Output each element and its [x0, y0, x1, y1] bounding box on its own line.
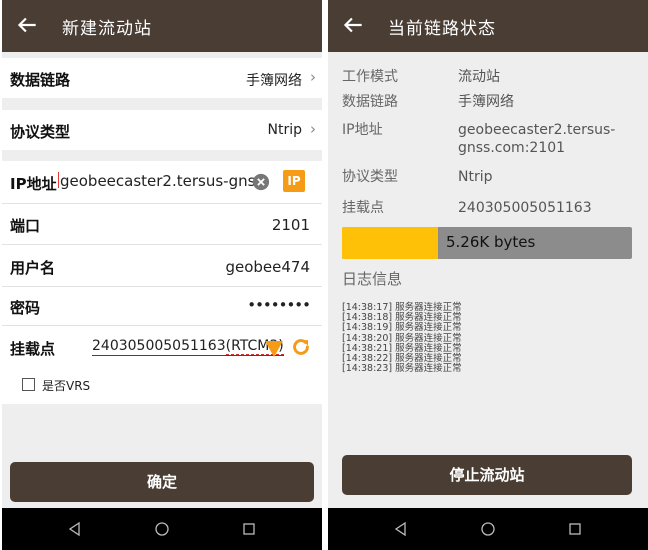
ip-row: IP地址 geobeecaster2.tersus-gnss. IP: [2, 161, 322, 203]
info-label: 工作模式: [342, 69, 398, 85]
back-arrow-icon[interactable]: [340, 12, 366, 38]
page-title: 新建流动站: [62, 19, 152, 39]
refresh-icon[interactable]: [290, 336, 312, 358]
log-title: 日志信息: [342, 270, 403, 288]
ip-label: IP地址: [10, 175, 57, 193]
system-nav-bar: [2, 508, 322, 550]
info-label: 挂载点: [342, 200, 384, 216]
log-line: [14:38:23] 服务器连接正常: [342, 363, 462, 375]
info-label: 协议类型: [342, 169, 398, 185]
back-arrow-icon[interactable]: [14, 12, 40, 38]
nav-home-icon[interactable]: [479, 520, 497, 538]
protocol-row[interactable]: 协议类型 Ntrip ›: [2, 110, 322, 150]
vrs-label: 是否VRS: [42, 379, 91, 393]
info-value: Ntrip: [458, 169, 493, 185]
progress-text: 5.26K bytes: [446, 233, 536, 251]
new-rover-screen: 新建流动站 数据链路 手簿网络 › 协议类型 Ntrip › IP地址 geob…: [2, 0, 322, 550]
nav-back-icon[interactable]: [66, 520, 84, 538]
nav-back-icon[interactable]: [392, 520, 410, 538]
ip-input[interactable]: geobeecaster2.tersus-gnss.: [58, 172, 258, 194]
stop-rover-button[interactable]: 停止流动站: [342, 455, 632, 495]
nav-home-icon[interactable]: [153, 520, 171, 538]
data-link-value: 手簿网络: [246, 73, 302, 89]
text-caret: [58, 172, 59, 188]
mountpoint-id: 240305005051163: [92, 338, 226, 354]
protocol-value: Ntrip: [267, 122, 303, 138]
data-progress-bar: 5.26K bytes: [342, 227, 632, 259]
password-label: 密码: [10, 299, 41, 317]
port-label: 端口: [10, 217, 41, 235]
ip-button[interactable]: IP: [283, 170, 305, 192]
info-value: 240305005051163: [458, 200, 592, 216]
mountpoint-input[interactable]: 240305005051163(RTCM3): [92, 338, 284, 356]
info-value: 流动站: [458, 69, 500, 85]
vrs-row: 是否VRS: [2, 368, 322, 404]
confirm-button[interactable]: 确定: [10, 462, 314, 502]
port-row: 端口 2101: [2, 204, 322, 244]
username-input[interactable]: geobee474: [225, 258, 310, 276]
chevron-right-icon: ›: [310, 120, 316, 138]
dropdown-triangle-icon[interactable]: [264, 340, 284, 358]
chevron-right-icon: ›: [310, 68, 316, 86]
protocol-label: 协议类型: [10, 123, 71, 141]
username-row: 用户名 geobee474: [2, 245, 322, 286]
nav-recents-icon[interactable]: [240, 520, 258, 538]
mountpoint-label: 挂载点: [10, 340, 56, 358]
nav-recents-icon[interactable]: [566, 520, 584, 538]
vrs-checkbox[interactable]: [22, 378, 35, 391]
info-label: IP地址: [342, 122, 383, 138]
clear-icon[interactable]: [252, 173, 270, 191]
app-bar: 当前链路状态: [328, 0, 648, 52]
password-input[interactable]: ••••••••: [247, 296, 311, 314]
log-list: [14:38:17] 服务器连接正常 [14:38:18] 服务器连接正常 [1…: [342, 302, 462, 375]
info-value: 手簿网络: [458, 94, 514, 110]
info-label: 数据链路: [342, 94, 398, 110]
link-status-screen: 当前链路状态 工作模式 流动站 数据链路 手簿网络 IP地址 geobeecas…: [328, 0, 648, 550]
app-bar: 新建流动站: [2, 0, 322, 52]
page-title: 当前链路状态: [388, 19, 496, 39]
port-input[interactable]: 2101: [272, 216, 310, 234]
data-link-label: 数据链路: [10, 71, 71, 89]
info-value: geobeecaster2.tersus- gnss.com:2101: [458, 122, 616, 156]
ip-value: geobeecaster2.tersus-gnss.: [60, 172, 258, 190]
mountpoint-row: 挂载点 240305005051163(RTCM3): [2, 326, 322, 368]
username-label: 用户名: [10, 259, 56, 277]
progress-fill: [342, 227, 438, 259]
password-row: 密码 ••••••••: [2, 287, 322, 325]
data-link-row[interactable]: 数据链路 手簿网络 ›: [2, 58, 322, 98]
system-nav-bar: [328, 508, 648, 550]
